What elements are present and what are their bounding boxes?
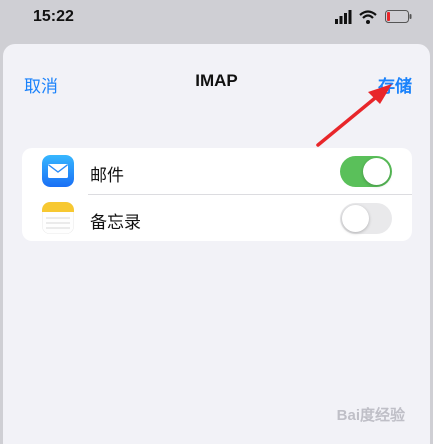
toggle-knob [363,158,390,185]
sync-options-group: 邮件 备忘录 [22,148,412,241]
notes-toggle[interactable] [340,203,392,234]
status-time: 15:22 [33,8,74,25]
battery-low-icon [385,10,412,23]
wifi-icon [359,10,377,24]
sync-row-notes: 备忘录 [22,195,412,241]
sync-label-notes: 备忘录 [90,213,141,232]
status-icons [335,10,412,24]
notes-icon [42,202,74,234]
signal-icon [335,10,352,24]
toggle-knob [342,205,369,232]
annotation-arrow-icon [316,84,392,147]
sync-label-mail: 邮件 [90,166,124,185]
mail-icon [42,155,74,187]
watermark: Bai度经验 [336,407,405,424]
status-bar: 15:22 [0,0,433,40]
mail-toggle[interactable] [340,156,392,187]
